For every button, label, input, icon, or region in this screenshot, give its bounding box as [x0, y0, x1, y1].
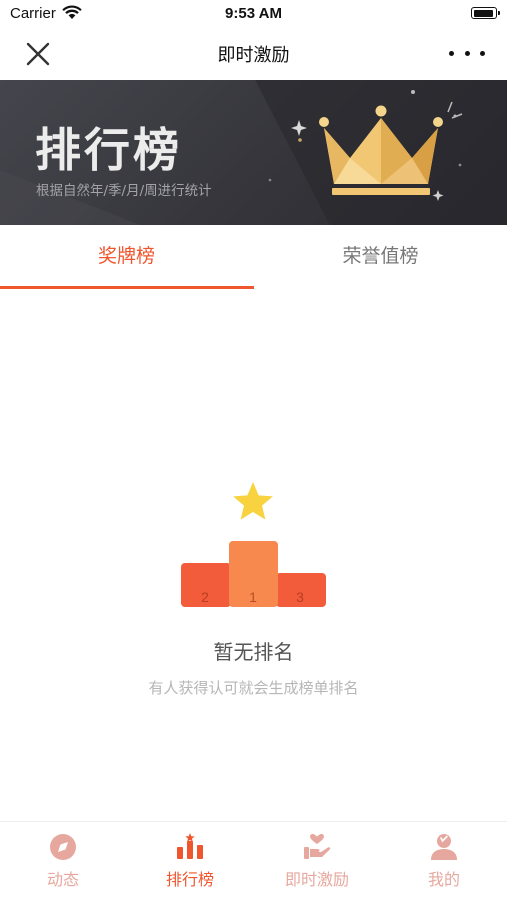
podium-illustration: 2 1 3	[181, 482, 326, 607]
clock: 9:53 AM	[225, 5, 282, 22]
status-bar: Carrier 9:53 AM	[0, 0, 507, 28]
tabbar-item-feed[interactable]: 动态	[0, 822, 126, 900]
podium-number-3: 3	[296, 589, 304, 605]
podium-number-2: 2	[201, 589, 209, 605]
tabbar-label-profile: 我的	[427, 870, 460, 889]
more-options-button[interactable]	[449, 40, 485, 66]
tabbar-item-profile[interactable]: 我的	[381, 822, 507, 900]
page-title: 即时激励	[217, 45, 290, 66]
star-icon	[233, 482, 273, 520]
tabbar-item-ranking[interactable]: 排行榜	[127, 822, 253, 900]
banner-subtitle: 根据自然年/季/月/周进行统计	[36, 183, 212, 199]
more-dot-icon	[464, 50, 470, 56]
person-icon	[431, 834, 457, 860]
banner-title: 排行榜	[35, 123, 182, 177]
tab-medal-ranking[interactable]: 奖牌榜	[0, 225, 253, 289]
tabbar-label-feed: 动态	[46, 870, 79, 889]
ranking-tabs: 奖牌榜 荣誉值榜	[0, 225, 507, 289]
hand-heart-icon	[304, 833, 331, 859]
empty-state-title: 暂无排名	[213, 640, 294, 664]
bottom-tab-bar: 动态 排行榜 即时激励 我的	[0, 821, 507, 900]
navigation-bar: 即时激励	[0, 28, 507, 78]
ranking-bars-icon	[177, 833, 203, 859]
tabbar-item-instant-reward[interactable]: 即时激励	[254, 822, 380, 900]
gold-crown-icon	[319, 105, 443, 195]
tab-honor-ranking[interactable]: 荣誉值榜	[254, 225, 507, 289]
tabbar-label-ranking: 排行榜	[165, 870, 214, 889]
active-tab-indicator	[0, 286, 254, 289]
ranking-banner: 排行榜 根据自然年/季/月/周进行统计	[0, 80, 507, 225]
more-dot-icon	[449, 50, 454, 56]
empty-state-description: 有人获得认可就会生成榜单排名	[148, 679, 359, 697]
more-dot-icon	[480, 50, 485, 56]
battery-icon	[471, 7, 500, 19]
podium-number-1: 1	[249, 589, 257, 605]
compass-icon	[50, 834, 76, 860]
tabbar-label-instant-reward: 即时激励	[284, 870, 349, 889]
